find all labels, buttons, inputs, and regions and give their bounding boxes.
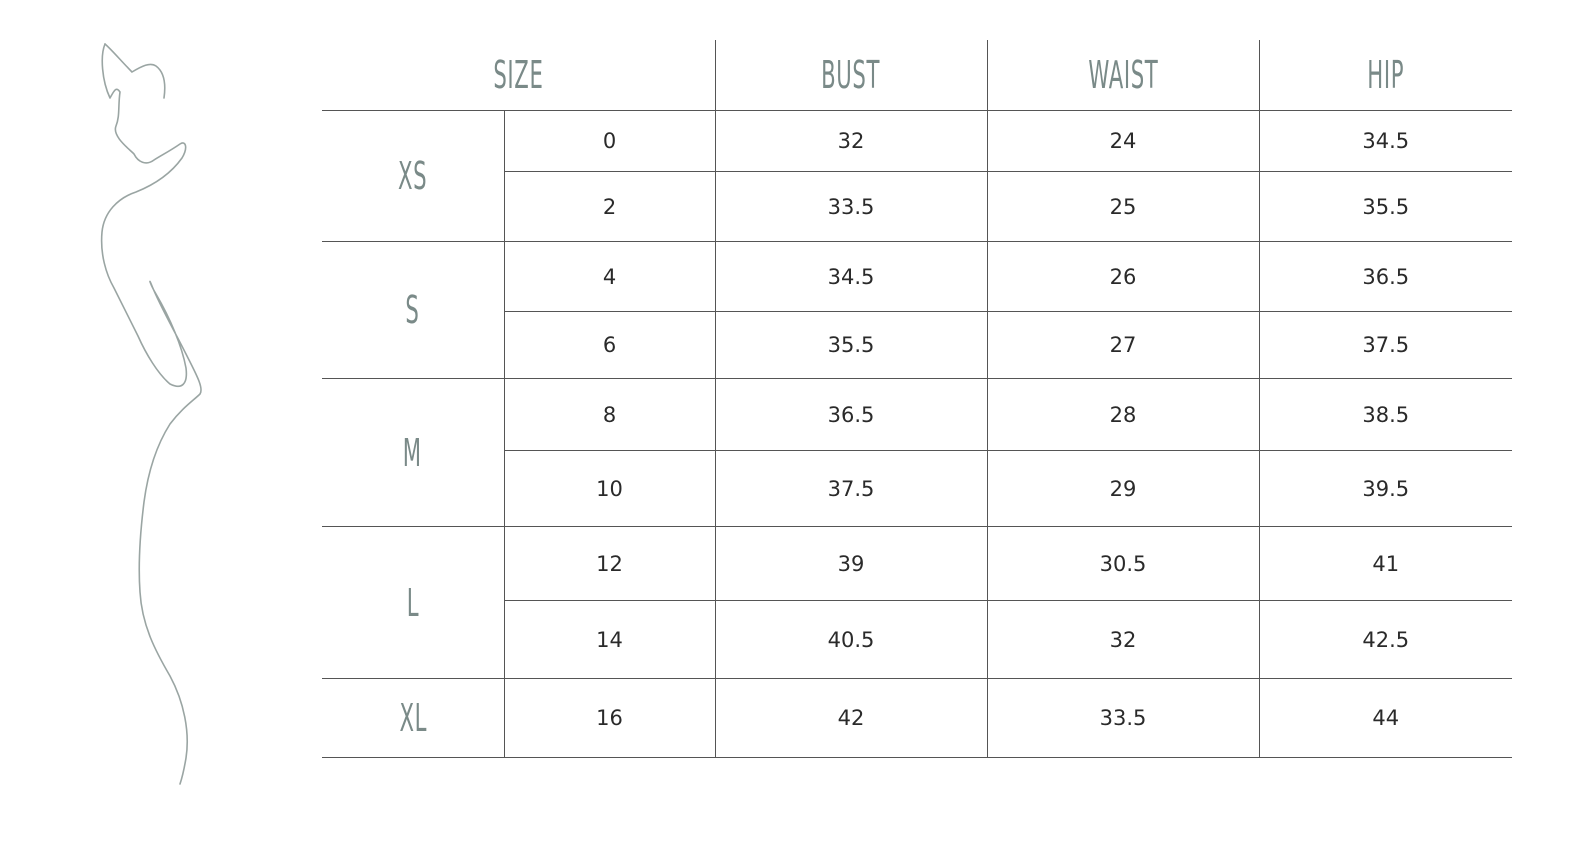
size-group-label: XL bbox=[322, 678, 504, 758]
bust-cell: 36.5 bbox=[714, 378, 987, 451]
bust-cell: 37.5 bbox=[714, 450, 987, 527]
size-number-cell: 14 bbox=[503, 600, 715, 679]
size-number-cell: 8 bbox=[503, 378, 715, 451]
waist-cell: 27 bbox=[986, 311, 1259, 379]
header-hip-label: HIP bbox=[1367, 53, 1405, 97]
waist-cell: 33.5 bbox=[986, 678, 1259, 758]
silhouette-outline bbox=[100, 43, 202, 785]
waist-cell: 25 bbox=[986, 171, 1259, 242]
hip-cell: 42.5 bbox=[1258, 600, 1512, 679]
header-bust: BUST bbox=[714, 40, 987, 111]
silhouette-line-drawing bbox=[100, 43, 202, 785]
header-row: SIZE BUST WAIST HIP bbox=[322, 40, 1512, 111]
waist-cell: 29 bbox=[986, 450, 1259, 527]
size-number-cell: 4 bbox=[503, 241, 715, 312]
size-group-s: S bbox=[405, 288, 420, 332]
size-group-label: XS bbox=[322, 110, 504, 242]
table-row: S 4 34.5 26 36.5 bbox=[322, 241, 1512, 379]
size-number-cell: 10 bbox=[503, 450, 715, 527]
bust-cell: 33.5 bbox=[714, 171, 987, 242]
size-number-cell: 0 bbox=[503, 110, 715, 172]
header-bust-label: BUST bbox=[821, 53, 881, 97]
header-waist: WAIST bbox=[986, 40, 1259, 111]
bust-cell: 35.5 bbox=[714, 311, 987, 379]
size-group-label: M bbox=[322, 378, 504, 527]
bust-cell: 34.5 bbox=[714, 241, 987, 312]
table-row: XS 0 32 24 34.5 bbox=[322, 110, 1512, 242]
hip-cell: 39.5 bbox=[1258, 450, 1512, 527]
size-group-m: M bbox=[403, 430, 423, 475]
hip-cell: 34.5 bbox=[1258, 110, 1512, 172]
size-group-xs: XS bbox=[398, 154, 428, 198]
header-size-label: SIZE bbox=[493, 53, 544, 97]
header-size: SIZE bbox=[322, 40, 715, 111]
size-number-cell: 16 bbox=[503, 678, 715, 758]
table-row: L 12 39 30.5 41 bbox=[322, 526, 1512, 679]
hip-cell: 44 bbox=[1258, 678, 1512, 758]
bust-cell: 39 bbox=[714, 526, 987, 601]
waist-cell: 24 bbox=[986, 110, 1259, 172]
waist-cell: 26 bbox=[986, 241, 1259, 312]
hip-cell: 41 bbox=[1258, 526, 1512, 601]
table-row: M 8 36.5 28 38.5 bbox=[322, 378, 1512, 527]
size-chart-table: SIZE BUST WAIST HIP XS 0 32 24 34.5 2 33… bbox=[322, 40, 1512, 758]
size-number-cell: 2 bbox=[503, 171, 715, 242]
bust-cell: 40.5 bbox=[714, 600, 987, 679]
silhouette-hair bbox=[104, 43, 166, 99]
size-number-cell: 12 bbox=[503, 526, 715, 601]
female-silhouette-illustration bbox=[90, 36, 230, 796]
header-waist-label: WAIST bbox=[1088, 53, 1158, 97]
size-group-label: S bbox=[322, 241, 504, 379]
size-group-xl: XL bbox=[398, 696, 427, 740]
size-number-cell: 6 bbox=[503, 311, 715, 379]
hip-cell: 35.5 bbox=[1258, 171, 1512, 242]
table-row: XL 16 42 33.5 44 bbox=[322, 678, 1512, 758]
waist-cell: 32 bbox=[986, 600, 1259, 679]
hip-cell: 37.5 bbox=[1258, 311, 1512, 379]
hip-cell: 36.5 bbox=[1258, 241, 1512, 312]
hip-cell: 38.5 bbox=[1258, 378, 1512, 451]
size-group-l: L bbox=[406, 580, 419, 625]
waist-cell: 28 bbox=[986, 378, 1259, 451]
size-group-label: L bbox=[322, 526, 504, 679]
waist-cell: 30.5 bbox=[986, 526, 1259, 601]
header-hip: HIP bbox=[1258, 40, 1512, 111]
bust-cell: 32 bbox=[714, 110, 987, 172]
bust-cell: 42 bbox=[714, 678, 987, 758]
